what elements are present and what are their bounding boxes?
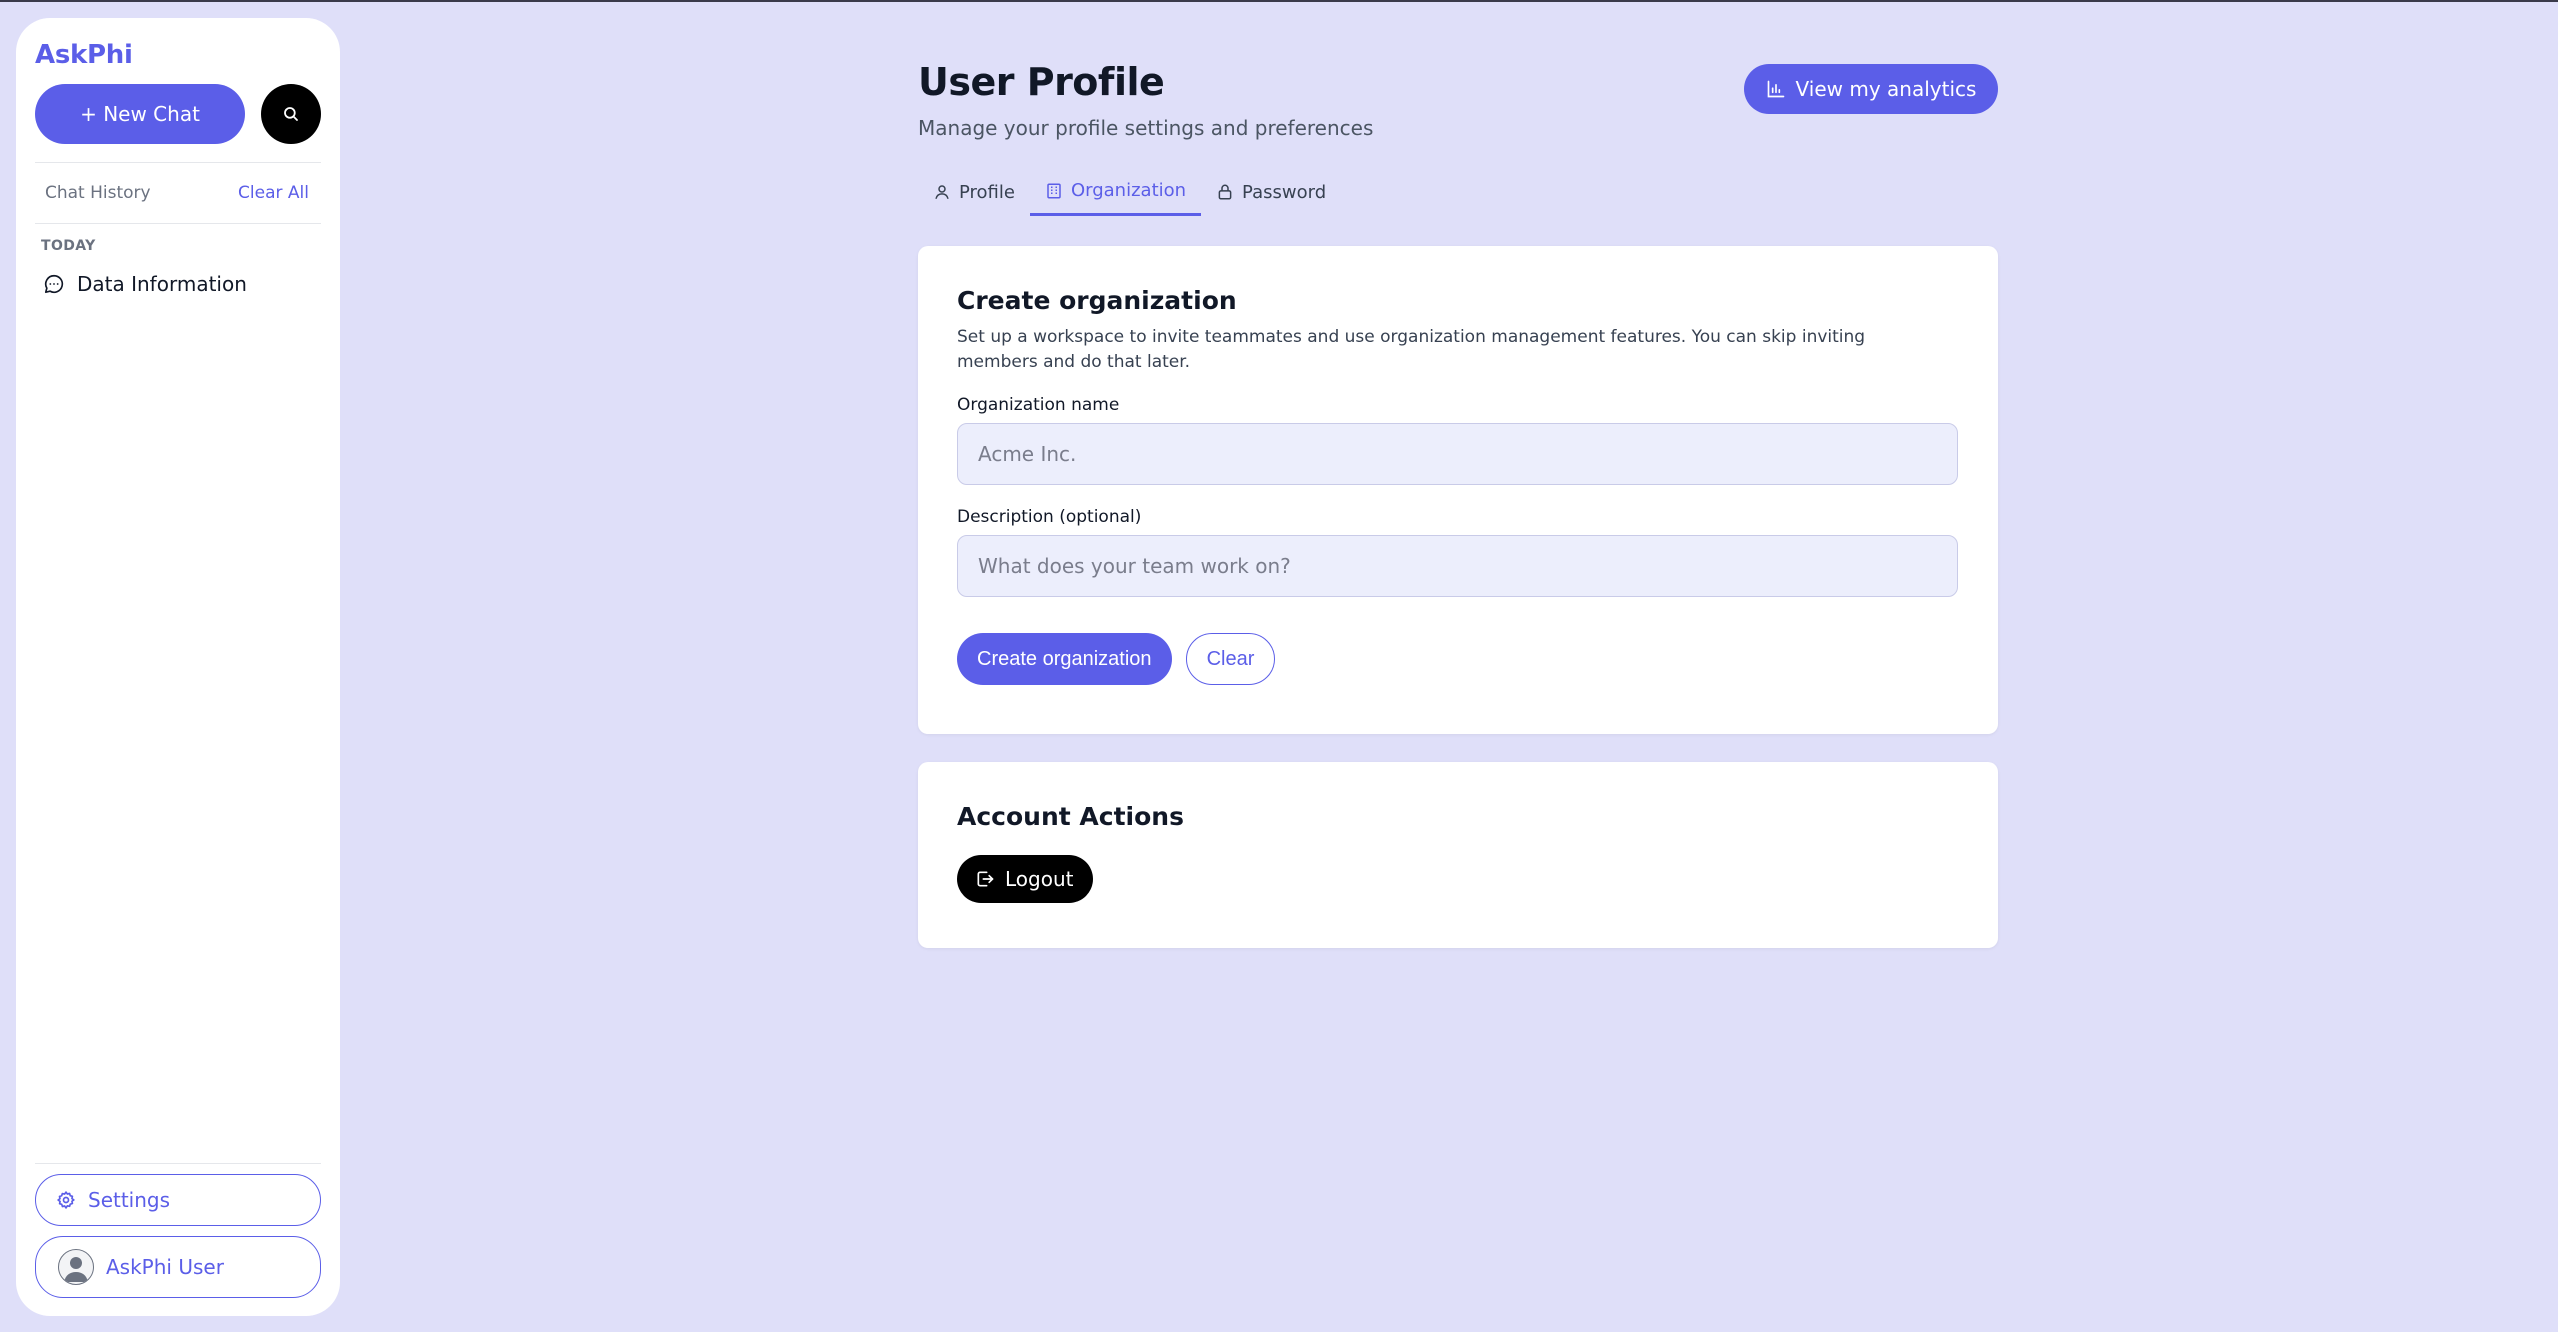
sidebar-bottom: Settings AskPhi User xyxy=(35,1163,321,1298)
lock-icon xyxy=(1216,183,1234,201)
tab-label: Profile xyxy=(959,181,1015,203)
description-input[interactable] xyxy=(957,535,1958,597)
user-icon xyxy=(933,183,951,201)
logout-button[interactable]: Logout xyxy=(957,855,1094,903)
gear-icon xyxy=(56,1190,76,1210)
settings-label: Settings xyxy=(88,1188,171,1212)
card-title: Create organization xyxy=(957,286,1237,315)
clear-all-button[interactable]: Clear All xyxy=(238,183,309,203)
user-name-label: AskPhi User xyxy=(106,1255,224,1279)
account-actions-card: Account Actions Logout xyxy=(918,762,1998,948)
divider xyxy=(35,223,321,224)
clear-button[interactable]: Clear xyxy=(1185,633,1276,685)
chat-history-item-label: Data Information xyxy=(77,272,247,296)
tab-profile[interactable]: Profile xyxy=(918,168,1030,216)
view-analytics-label: View my analytics xyxy=(1795,77,1977,101)
settings-button[interactable]: Settings xyxy=(35,1174,321,1226)
page-title: User Profile xyxy=(918,60,1165,104)
chat-history-item[interactable]: Data Information xyxy=(35,272,321,296)
section-label-today: TODAY xyxy=(41,238,96,254)
page-subtitle: Manage your profile settings and prefere… xyxy=(918,116,1374,140)
card-title: Account Actions xyxy=(957,802,1184,831)
sidebar-top-actions: + New Chat xyxy=(35,84,321,144)
chat-history-label: Chat History xyxy=(45,183,151,203)
tab-label: Organization xyxy=(1070,180,1187,201)
new-chat-button[interactable]: + New Chat xyxy=(35,84,245,144)
tab-label: Password xyxy=(1242,181,1327,203)
logout-label: Logout xyxy=(1005,867,1074,891)
sidebar: AskPhi + New Chat Chat History Clear All… xyxy=(16,18,340,1316)
profile-tabs: Profile Organization Password xyxy=(918,168,1341,216)
chat-history-header: Chat History Clear All xyxy=(35,163,321,223)
building-icon xyxy=(1045,182,1063,200)
divider xyxy=(35,1163,321,1164)
app-logo[interactable]: AskPhi xyxy=(35,40,321,70)
logout-icon xyxy=(975,869,995,889)
card-description: Set up a workspace to invite teammates a… xyxy=(957,327,1866,372)
description-label: Description (optional) xyxy=(957,507,1142,527)
create-organization-button[interactable]: Create organization xyxy=(957,633,1172,685)
create-organization-card: Create organization Set up a workspace t… xyxy=(918,246,1998,734)
search-icon xyxy=(282,105,300,123)
user-profile-button[interactable]: AskPhi User xyxy=(35,1236,321,1298)
avatar xyxy=(58,1249,94,1285)
chat-bubble-icon xyxy=(43,273,65,295)
form-actions: Create organization Clear xyxy=(957,633,1959,685)
organization-name-label: Organization name xyxy=(957,395,1120,415)
view-analytics-button[interactable]: View my analytics xyxy=(1744,64,1998,114)
tab-password[interactable]: Password xyxy=(1201,168,1341,216)
organization-name-input[interactable] xyxy=(957,423,1958,485)
tab-organization[interactable]: Organization xyxy=(1029,168,1202,216)
bar-chart-icon xyxy=(1766,79,1786,99)
search-button[interactable] xyxy=(261,84,321,144)
